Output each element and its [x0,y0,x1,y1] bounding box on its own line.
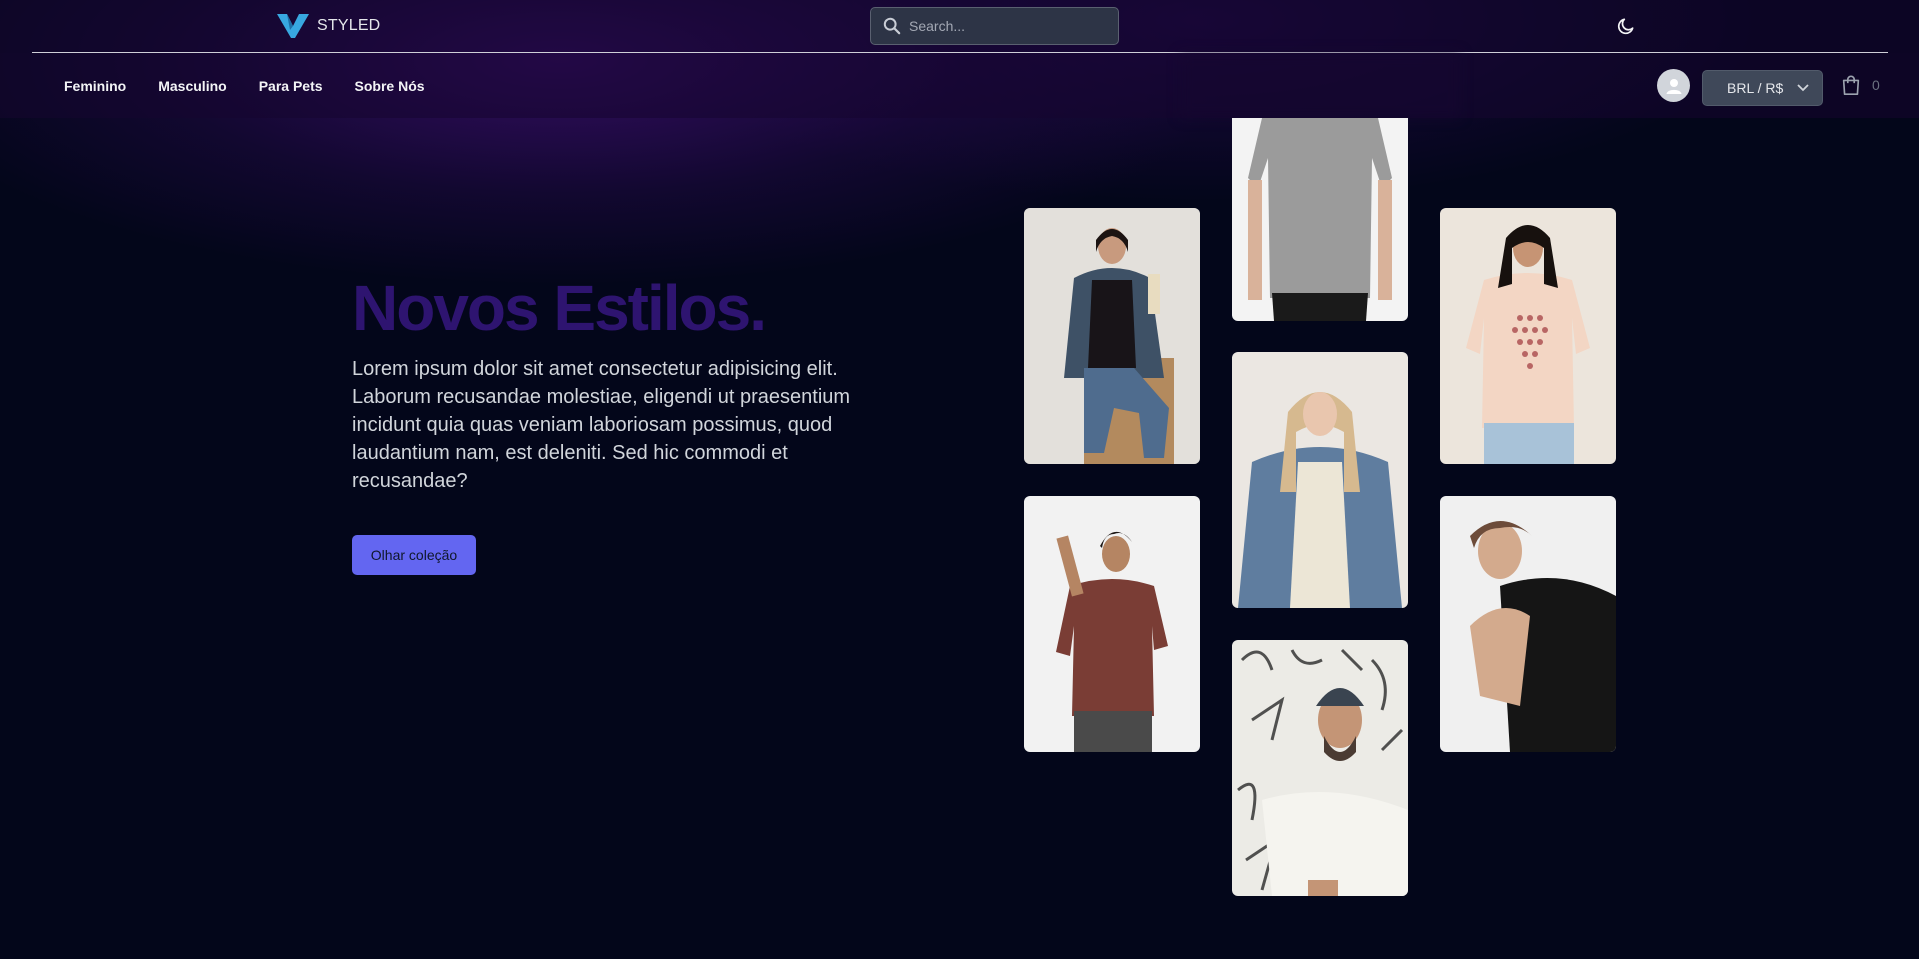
cart-count: 0 [1872,77,1880,93]
gallery-photo-woman-blonde-denim [1232,352,1408,608]
chevron-down-icon [1797,84,1809,92]
moon-icon[interactable] [1616,16,1636,36]
hero-description: Lorem ipsum dolor sit amet consectetur a… [352,358,851,492]
user-icon [1666,78,1681,94]
logo-icon [277,14,309,38]
gallery-photo-man-grey-tee [1232,118,1408,321]
user-avatar[interactable] [1657,69,1690,102]
currency-label: BRL / R$ [1727,80,1784,96]
view-collection-button[interactable]: Olhar coleção [352,535,476,575]
nav-bar: Feminino Masculino Para Pets Sobre Nós [0,53,1919,118]
nav-link-feminino[interactable]: Feminino [64,78,126,94]
search-input[interactable] [909,18,1099,34]
hero-title: Novos Estilos. [352,272,767,344]
background-glow [0,0,1919,959]
nav-link-para-pets[interactable]: Para Pets [259,78,323,94]
nav-link-sobre-nos[interactable]: Sobre Nós [355,78,425,94]
search-bar[interactable] [870,7,1119,45]
shopping-bag-icon [1842,75,1860,95]
gallery-photo-man-beanie [1232,640,1408,896]
header-blur-overlay [1180,53,1460,118]
currency-selector[interactable]: BRL / R$ [1702,70,1823,106]
nav-link-masculino[interactable]: Masculino [158,78,226,94]
search-icon [883,17,901,35]
logo[interactable]: STYLED [277,12,380,40]
gallery-photo-man-brown-tee [1024,496,1200,752]
gallery-photo-woman-peach-tee [1440,208,1616,464]
logo-text: STYLED [317,17,381,34]
gallery-photo-woman-denim-jacket [1024,208,1200,464]
cart-button[interactable]: 0 [1840,74,1880,96]
nav-links: Feminino Masculino Para Pets Sobre Nós [64,53,425,118]
gallery-photo-man-black-tee [1440,496,1616,752]
